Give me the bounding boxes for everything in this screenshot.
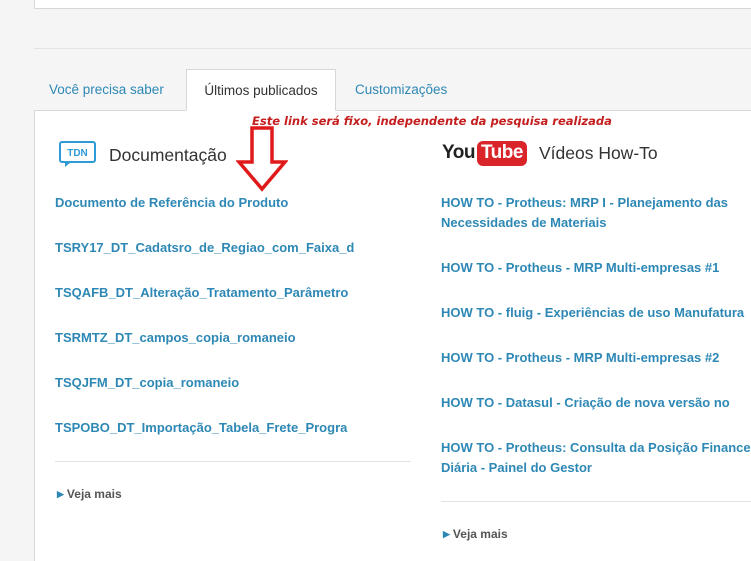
list-item: TSQJFM_DT_copia_romaneio bbox=[55, 373, 415, 418]
tab-ultimos-publicados[interactable]: Últimos publicados bbox=[186, 69, 336, 111]
svg-text:TDN: TDN bbox=[67, 148, 88, 159]
videos-veja-mais-link[interactable]: ▶ Veja mais bbox=[443, 527, 508, 541]
tab-bar: Você precisa saber Últimos publicados Cu… bbox=[34, 69, 751, 111]
documentacao-veja-mais-link[interactable]: ▶ Veja mais bbox=[57, 487, 122, 501]
youtube-logo-icon: You Tube bbox=[442, 139, 527, 167]
top-divider bbox=[34, 48, 751, 49]
triangle-right-icon: ▶ bbox=[443, 528, 450, 539]
doc-link[interactable]: TSPOBO_DT_Importação_Tabela_Frete_Progra bbox=[55, 418, 415, 438]
top-card bbox=[34, 0, 751, 9]
list-item: HOW TO - fluig - Experiências de uso Man… bbox=[441, 303, 751, 323]
documentacao-header: TDN Documentação bbox=[59, 141, 227, 169]
veja-mais-label: Veja mais bbox=[452, 527, 508, 541]
doc-link[interactable]: TSRY17_DT_Cadatsro_de_Regiao_com_Faixa_d bbox=[55, 238, 415, 258]
list-item: TSRMTZ_DT_campos_copia_romaneio bbox=[55, 328, 415, 373]
list-item: Documento de Referência do Produto bbox=[55, 193, 415, 238]
down-arrow-icon bbox=[235, 126, 289, 197]
triangle-right-icon: ▶ bbox=[57, 488, 64, 499]
doc-link[interactable]: TSRMTZ_DT_campos_copia_romaneio bbox=[55, 328, 415, 348]
annotation-text: Este link será fixo, independente da pes… bbox=[252, 114, 612, 128]
list-item: TSRY17_DT_Cadatsro_de_Regiao_com_Faixa_d bbox=[55, 238, 415, 283]
list-item: HOW TO - Protheus: Consulta da Posição F… bbox=[441, 438, 751, 478]
documentacao-divider bbox=[55, 461, 411, 462]
videos-list: HOW TO - Protheus: MRP I - Planejamento … bbox=[441, 193, 751, 503]
documentacao-list: Documento de Referência do Produto TSRY1… bbox=[55, 193, 415, 463]
tab-voce-precisa-saber[interactable]: Você precisa saber bbox=[49, 69, 164, 110]
tdn-logo-icon: TDN bbox=[59, 141, 96, 169]
list-item: TSPOBO_DT_Importação_Tabela_Frete_Progra bbox=[55, 418, 415, 463]
youtube-logo-you: You bbox=[442, 142, 475, 163]
doc-link[interactable]: Documento de Referência do Produto bbox=[55, 193, 415, 213]
list-item: HOW TO - Protheus - MRP Multi-empresas #… bbox=[441, 258, 751, 278]
documentacao-title: Documentação bbox=[109, 144, 227, 165]
video-link[interactable]: HOW TO - fluig - Experiências de uso Man… bbox=[441, 303, 751, 323]
page: Você precisa saber Últimos publicados Cu… bbox=[0, 0, 751, 561]
video-link[interactable]: HOW TO - Protheus - MRP Multi-empresas #… bbox=[441, 258, 751, 278]
list-item: TSQAFB_DT_Alteração_Tratamento_Parâmetro bbox=[55, 283, 415, 328]
list-item: HOW TO - Protheus: MRP I - Planejamento … bbox=[441, 193, 751, 233]
doc-link[interactable]: TSQAFB_DT_Alteração_Tratamento_Parâmetro bbox=[55, 283, 415, 303]
youtube-logo-tube: Tube bbox=[476, 140, 527, 166]
tab-customizacoes[interactable]: Customizações bbox=[355, 69, 447, 110]
tab-content-panel: TDN Documentação Documento de Referência… bbox=[34, 110, 751, 561]
videos-header: You Tube Vídeos How-To bbox=[442, 139, 658, 167]
videos-divider bbox=[441, 501, 751, 502]
video-link[interactable]: HOW TO - Protheus: Consulta da Posição F… bbox=[441, 438, 751, 478]
videos-title: Vídeos How-To bbox=[538, 142, 658, 163]
list-item: HOW TO - Protheus - MRP Multi-empresas #… bbox=[441, 348, 751, 368]
list-item: HOW TO - Datasul - Criação de nova versã… bbox=[441, 393, 751, 413]
veja-mais-label: Veja mais bbox=[66, 487, 122, 501]
doc-link[interactable]: TSQJFM_DT_copia_romaneio bbox=[55, 373, 415, 393]
video-link[interactable]: HOW TO - Protheus: MRP I - Planejamento … bbox=[441, 193, 751, 233]
video-link[interactable]: HOW TO - Protheus - MRP Multi-empresas #… bbox=[441, 348, 751, 368]
video-link[interactable]: HOW TO - Datasul - Criação de nova versã… bbox=[441, 393, 751, 413]
